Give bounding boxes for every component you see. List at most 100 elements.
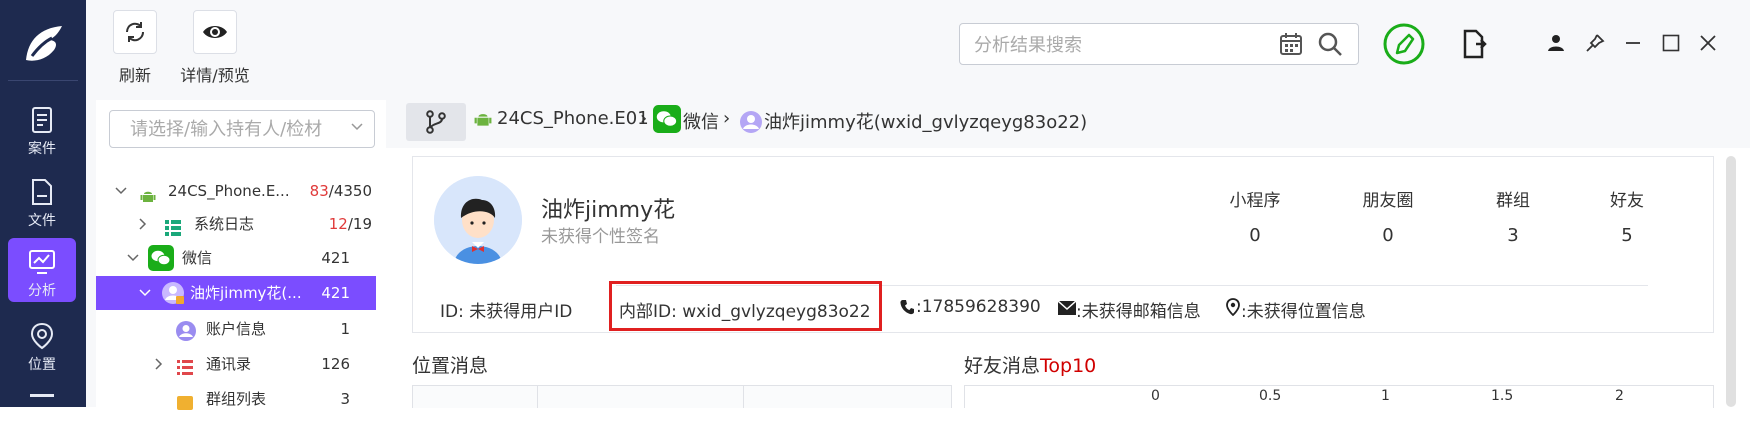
nav-item-location[interactable]: 位置 <box>8 312 76 376</box>
chevron-down-icon[interactable] <box>138 276 152 310</box>
holder-select[interactable]: 请选择/输入持有人/检材 <box>109 110 375 148</box>
case-icon <box>32 107 52 133</box>
rail-divider <box>8 80 78 81</box>
file-icon <box>32 179 52 205</box>
phone-text: :17859628390 <box>916 297 1041 317</box>
calendar-icon[interactable] <box>1278 31 1304 57</box>
tree-node-count: 12/19 <box>328 215 372 233</box>
axis-tick-label: 0 <box>1151 388 1160 404</box>
breadcrumb-device[interactable]: 24CS_Phone.E01 <box>497 108 649 129</box>
chevron-right-icon[interactable] <box>152 347 166 381</box>
chevron-down-icon[interactable] <box>126 241 140 275</box>
location-icon <box>30 322 54 350</box>
chevron-down-icon[interactable] <box>350 119 364 138</box>
phone-icon <box>900 299 914 319</box>
tree-node-label: 微信 <box>182 249 213 267</box>
tree-node-wechat[interactable]: 微信 421 <box>96 241 374 275</box>
location-text: :未获得位置信息 <box>1241 302 1366 322</box>
breadcrumb-separator: › <box>723 108 731 129</box>
internal-id-text: 内部ID: wxid_gvlyzqeyg83o22 <box>619 302 871 322</box>
user-icon <box>740 111 762 137</box>
friend-messages-title: 好友消息Top10 <box>964 355 1097 377</box>
holder-select-placeholder: 请选择/输入持有人/检材 <box>130 119 323 140</box>
analysis-icon <box>29 250 55 274</box>
stat-miniprogram[interactable]: 小程序 0 <box>1205 186 1305 246</box>
eye-icon <box>193 10 237 54</box>
refresh-label: 刷新 <box>118 66 151 85</box>
tree-node-label: 通讯录 <box>206 355 252 373</box>
location-messages-title: 位置消息 <box>412 355 489 377</box>
tree-node-label: 24CS_Phone.E... <box>168 182 288 200</box>
tree-node-label: 群组列表 <box>206 390 267 408</box>
nav-rail: 案件 文件 分析 位置 <box>0 0 86 407</box>
table-column-divider <box>743 386 744 408</box>
search-icon[interactable] <box>1316 30 1344 58</box>
tree-node-account-info[interactable]: 账户信息 1 <box>96 312 374 346</box>
top-toolbar <box>86 0 1750 90</box>
nav-item-label: 位置 <box>28 357 56 373</box>
nav-item-label: 案件 <box>28 141 56 157</box>
stat-value: 0 <box>1382 225 1394 246</box>
close-icon[interactable] <box>1697 32 1719 54</box>
chevron-down-icon[interactable] <box>114 174 128 208</box>
tree-node-count: 1 <box>340 320 350 338</box>
nav-item-file[interactable]: 文件 <box>8 168 76 232</box>
chevron-right-icon[interactable] <box>136 207 150 241</box>
android-icon <box>474 111 492 133</box>
tree-node-count: 3 <box>340 390 350 408</box>
breadcrumb-separator: › <box>640 108 648 129</box>
tree-node-account-selected[interactable]: 油炸jimmy花(... 421 <box>96 276 376 310</box>
axis-tick-label: 1 <box>1381 388 1390 404</box>
pin-icon[interactable] <box>1584 32 1606 54</box>
tree-node-contacts[interactable]: 通讯录 126 <box>96 347 374 381</box>
tag-status-icon[interactable] <box>1383 23 1425 65</box>
axis-tick-label: 2 <box>1615 388 1624 404</box>
breadcrumb-app[interactable]: 微信 <box>683 108 719 134</box>
nav-item-label: 文件 <box>28 213 56 229</box>
tree-node-count: 421 <box>321 284 350 302</box>
avatar <box>434 176 522 264</box>
tree-node-group-list[interactable]: 群组列表 3 <box>96 382 374 416</box>
group-icon <box>176 390 194 424</box>
stat-groups[interactable]: 群组 3 <box>1463 186 1563 246</box>
email-text: :未获得邮箱信息 <box>1076 302 1201 322</box>
stat-label: 朋友圈 <box>1362 191 1414 211</box>
stat-label: 好友 <box>1610 191 1644 211</box>
nav-item-more-icon[interactable] <box>30 394 54 410</box>
branch-icon <box>426 110 446 134</box>
tree-node-count: 421 <box>321 249 350 267</box>
stat-friends[interactable]: 好友 5 <box>1577 186 1677 246</box>
refresh-button[interactable]: 刷新 <box>98 10 172 86</box>
profile-signature: 未获得个性签名 <box>541 227 660 247</box>
user-icon <box>162 282 184 316</box>
tree-node-label: 账户信息 <box>206 320 267 338</box>
maximize-icon[interactable] <box>1660 32 1682 54</box>
export-file-icon[interactable] <box>1460 28 1490 60</box>
friend-messages-chart: 0 0.5 1 1.5 2 <box>964 385 1714 408</box>
stat-label: 小程序 <box>1229 191 1281 211</box>
app-logo-icon <box>18 20 68 70</box>
table-column-divider <box>537 386 538 408</box>
analysis-search-box[interactable] <box>959 23 1359 65</box>
stat-value: 0 <box>1249 225 1261 246</box>
tree-node-syslog[interactable]: 系统日志 12/19 <box>96 207 374 241</box>
refresh-icon <box>113 10 157 54</box>
wechat-icon <box>653 105 681 137</box>
profile-name: 油炸jimmy花 <box>541 198 676 223</box>
details-preview-button[interactable]: 详情/预览 <box>172 10 258 86</box>
search-input[interactable] <box>972 32 1276 58</box>
details-preview-label: 详情/预览 <box>180 66 250 85</box>
tree-node-device[interactable]: 24CS_Phone.E... 83/4350 <box>96 174 374 208</box>
branch-toggle-button[interactable] <box>406 103 466 141</box>
nav-item-case[interactable]: 案件 <box>8 96 76 160</box>
tree-node-count: 126 <box>321 355 350 373</box>
stat-moments[interactable]: 朋友圈 0 <box>1338 186 1438 246</box>
user-id-text: ID: 未获得用户ID <box>440 302 573 322</box>
user-account-icon[interactable] <box>1545 32 1567 54</box>
email-icon <box>1057 300 1077 319</box>
vertical-scrollbar[interactable] <box>1726 156 1736 407</box>
tree-node-label: 油炸jimmy花(... <box>190 284 302 302</box>
minimize-icon[interactable] <box>1622 32 1644 54</box>
nav-item-analysis[interactable]: 分析 <box>8 238 76 302</box>
location-pin-icon <box>1226 298 1240 320</box>
